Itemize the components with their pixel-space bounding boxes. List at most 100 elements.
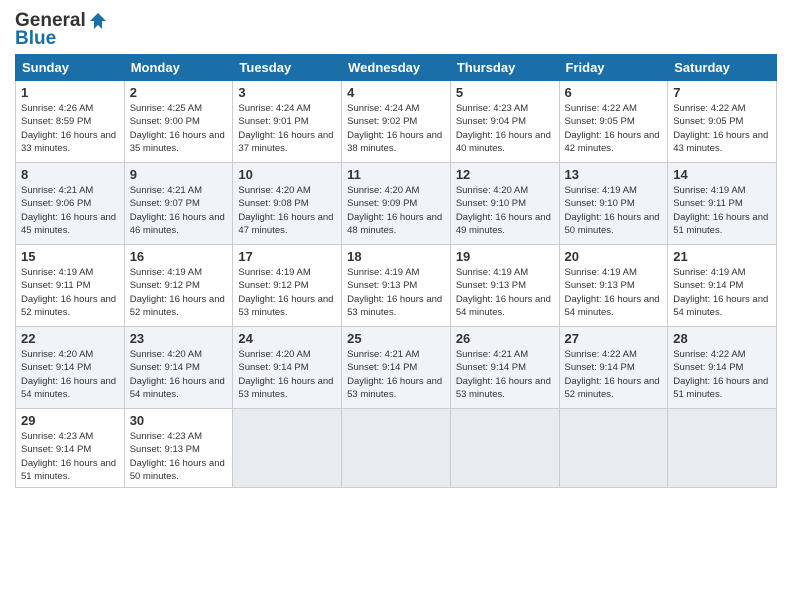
day-number: 16: [130, 249, 228, 264]
calendar-cell: 19 Sunrise: 4:19 AMSunset: 9:13 PMDayligh…: [450, 245, 559, 327]
calendar-cell: 29 Sunrise: 4:23 AMSunset: 9:14 PMDayligh…: [16, 409, 125, 488]
calendar-cell: 20 Sunrise: 4:19 AMSunset: 9:13 PMDayligh…: [559, 245, 668, 327]
day-number: 25: [347, 331, 445, 346]
day-number: 30: [130, 413, 228, 428]
calendar-cell: 15 Sunrise: 4:19 AMSunset: 9:11 PMDayligh…: [16, 245, 125, 327]
day-info: Sunrise: 4:21 AMSunset: 9:14 PMDaylight:…: [456, 349, 551, 400]
calendar-cell: 21 Sunrise: 4:19 AMSunset: 9:14 PMDayligh…: [668, 245, 777, 327]
day-info: Sunrise: 4:19 AMSunset: 9:13 PMDaylight:…: [456, 267, 551, 318]
calendar-cell: [559, 409, 668, 488]
day-info: Sunrise: 4:21 AMSunset: 9:06 PMDaylight:…: [21, 185, 116, 236]
calendar-cell: 3 Sunrise: 4:24 AMSunset: 9:01 PMDaylight…: [233, 81, 342, 163]
day-info: Sunrise: 4:19 AMSunset: 9:14 PMDaylight:…: [673, 267, 768, 318]
calendar-table: Sunday Monday Tuesday Wednesday Thursday…: [15, 54, 777, 488]
calendar-cell: 2 Sunrise: 4:25 AMSunset: 9:00 PMDaylight…: [124, 81, 233, 163]
day-number: 26: [456, 331, 554, 346]
calendar-cell: 12Sunrise: 4:20 AMSunset: 9:10 PMDayligh…: [450, 163, 559, 245]
day-number: 12: [456, 167, 554, 182]
day-number: 23: [130, 331, 228, 346]
calendar-cell: 11 Sunrise: 4:20 AMSunset: 9:09 PMDayligh…: [342, 163, 451, 245]
calendar-cell: 7 Sunrise: 4:22 AMSunset: 9:05 PMDaylight…: [668, 81, 777, 163]
day-info: Sunrise: 4:23 AMSunset: 9:04 PMDaylight:…: [456, 103, 551, 154]
day-number: 4: [347, 85, 445, 100]
day-number: 17: [238, 249, 336, 264]
day-info: Sunrise: 4:23 AMSunset: 9:14 PMDaylight:…: [21, 431, 116, 482]
calendar-cell: 17 Sunrise: 4:19 AMSunset: 9:12 PMDayligh…: [233, 245, 342, 327]
day-info: Sunrise: 4:25 AMSunset: 9:00 PMDaylight:…: [130, 103, 225, 154]
day-number: 2: [130, 85, 228, 100]
calendar-cell: 25 Sunrise: 4:21 AMSunset: 9:14 PMDayligh…: [342, 327, 451, 409]
col-sunday: Sunday: [16, 55, 125, 81]
calendar-cell: 26 Sunrise: 4:21 AMSunset: 9:14 PMDayligh…: [450, 327, 559, 409]
page: General Blue Sunday Monday Tuesday Wedne…: [0, 0, 792, 612]
day-number: 10: [238, 167, 336, 182]
col-saturday: Saturday: [668, 55, 777, 81]
day-number: 1: [21, 85, 119, 100]
day-number: 11: [347, 167, 445, 182]
calendar-cell: 28 Sunrise: 4:22 AMSunset: 9:14 PMDayligh…: [668, 327, 777, 409]
day-info: Sunrise: 4:24 AMSunset: 9:01 PMDaylight:…: [238, 103, 333, 154]
day-info: Sunrise: 4:22 AMSunset: 9:14 PMDaylight:…: [565, 349, 660, 400]
day-number: 20: [565, 249, 663, 264]
calendar-cell: 30 Sunrise: 4:23 AMSunset: 9:13 PMDayligh…: [124, 409, 233, 488]
calendar-cell: 18 Sunrise: 4:19 AMSunset: 9:13 PMDayligh…: [342, 245, 451, 327]
calendar-cell: 16 Sunrise: 4:19 AMSunset: 9:12 PMDayligh…: [124, 245, 233, 327]
calendar-cell: 8 Sunrise: 4:21 AMSunset: 9:06 PMDaylight…: [16, 163, 125, 245]
header: General Blue: [15, 10, 777, 50]
day-number: 24: [238, 331, 336, 346]
day-info: Sunrise: 4:22 AMSunset: 9:05 PMDaylight:…: [673, 103, 768, 154]
day-number: 15: [21, 249, 119, 264]
calendar-cell: [233, 409, 342, 488]
day-info: Sunrise: 4:19 AMSunset: 9:11 PMDaylight:…: [673, 185, 768, 236]
col-friday: Friday: [559, 55, 668, 81]
calendar-cell: 24 Sunrise: 4:20 AMSunset: 9:14 PMDayligh…: [233, 327, 342, 409]
calendar-header-row: Sunday Monday Tuesday Wednesday Thursday…: [16, 55, 777, 81]
day-info: Sunrise: 4:20 AMSunset: 9:08 PMDaylight:…: [238, 185, 333, 236]
day-info: Sunrise: 4:26 AMSunset: 8:59 PMDaylight:…: [21, 103, 116, 154]
day-number: 9: [130, 167, 228, 182]
calendar-cell: 10 Sunrise: 4:20 AMSunset: 9:08 PMDayligh…: [233, 163, 342, 245]
day-number: 29: [21, 413, 119, 428]
day-info: Sunrise: 4:19 AMSunset: 9:11 PMDaylight:…: [21, 267, 116, 318]
day-number: 6: [565, 85, 663, 100]
day-info: Sunrise: 4:19 AMSunset: 9:12 PMDaylight:…: [238, 267, 333, 318]
calendar-cell: 6 Sunrise: 4:22 AMSunset: 9:05 PMDaylight…: [559, 81, 668, 163]
calendar-cell: 4 Sunrise: 4:24 AMSunset: 9:02 PMDaylight…: [342, 81, 451, 163]
day-number: 8: [21, 167, 119, 182]
day-info: Sunrise: 4:21 AMSunset: 9:07 PMDaylight:…: [130, 185, 225, 236]
day-number: 7: [673, 85, 771, 100]
day-info: Sunrise: 4:19 AMSunset: 9:13 PMDaylight:…: [347, 267, 442, 318]
calendar-cell: 27 Sunrise: 4:22 AMSunset: 9:14 PMDayligh…: [559, 327, 668, 409]
day-number: 3: [238, 85, 336, 100]
col-tuesday: Tuesday: [233, 55, 342, 81]
calendar-cell: [342, 409, 451, 488]
col-thursday: Thursday: [450, 55, 559, 81]
day-number: 19: [456, 249, 554, 264]
calendar-cell: 13 Sunrise: 4:19 AMSunset: 9:10 PMDayligh…: [559, 163, 668, 245]
day-number: 22: [21, 331, 119, 346]
calendar-cell: 9 Sunrise: 4:21 AMSunset: 9:07 PMDaylight…: [124, 163, 233, 245]
day-info: Sunrise: 4:20 AMSunset: 9:09 PMDaylight:…: [347, 185, 442, 236]
day-number: 27: [565, 331, 663, 346]
day-number: 21: [673, 249, 771, 264]
day-info: Sunrise: 4:20 AMSunset: 9:14 PMDaylight:…: [238, 349, 333, 400]
day-number: 18: [347, 249, 445, 264]
calendar-cell: [668, 409, 777, 488]
day-info: Sunrise: 4:19 AMSunset: 9:13 PMDaylight:…: [565, 267, 660, 318]
day-info: Sunrise: 4:19 AMSunset: 9:12 PMDaylight:…: [130, 267, 225, 318]
calendar-cell: 23Sunrise: 4:20 AMSunset: 9:14 PMDayligh…: [124, 327, 233, 409]
calendar-cell: 5Sunrise: 4:23 AMSunset: 9:04 PMDaylight…: [450, 81, 559, 163]
calendar-cell: 22 Sunrise: 4:20 AMSunset: 9:14 PMDayligh…: [16, 327, 125, 409]
calendar-cell: [450, 409, 559, 488]
day-info: Sunrise: 4:20 AMSunset: 9:14 PMDaylight:…: [21, 349, 116, 400]
day-info: Sunrise: 4:21 AMSunset: 9:14 PMDaylight:…: [347, 349, 442, 400]
day-number: 13: [565, 167, 663, 182]
logo: General Blue: [15, 10, 108, 50]
day-info: Sunrise: 4:22 AMSunset: 9:14 PMDaylight:…: [673, 349, 768, 400]
day-info: Sunrise: 4:24 AMSunset: 9:02 PMDaylight:…: [347, 103, 442, 154]
day-info: Sunrise: 4:19 AMSunset: 9:10 PMDaylight:…: [565, 185, 660, 236]
logo-blue-text: Blue: [15, 28, 56, 50]
day-info: Sunrise: 4:23 AMSunset: 9:13 PMDaylight:…: [130, 431, 225, 482]
day-info: Sunrise: 4:22 AMSunset: 9:05 PMDaylight:…: [565, 103, 660, 154]
day-number: 28: [673, 331, 771, 346]
